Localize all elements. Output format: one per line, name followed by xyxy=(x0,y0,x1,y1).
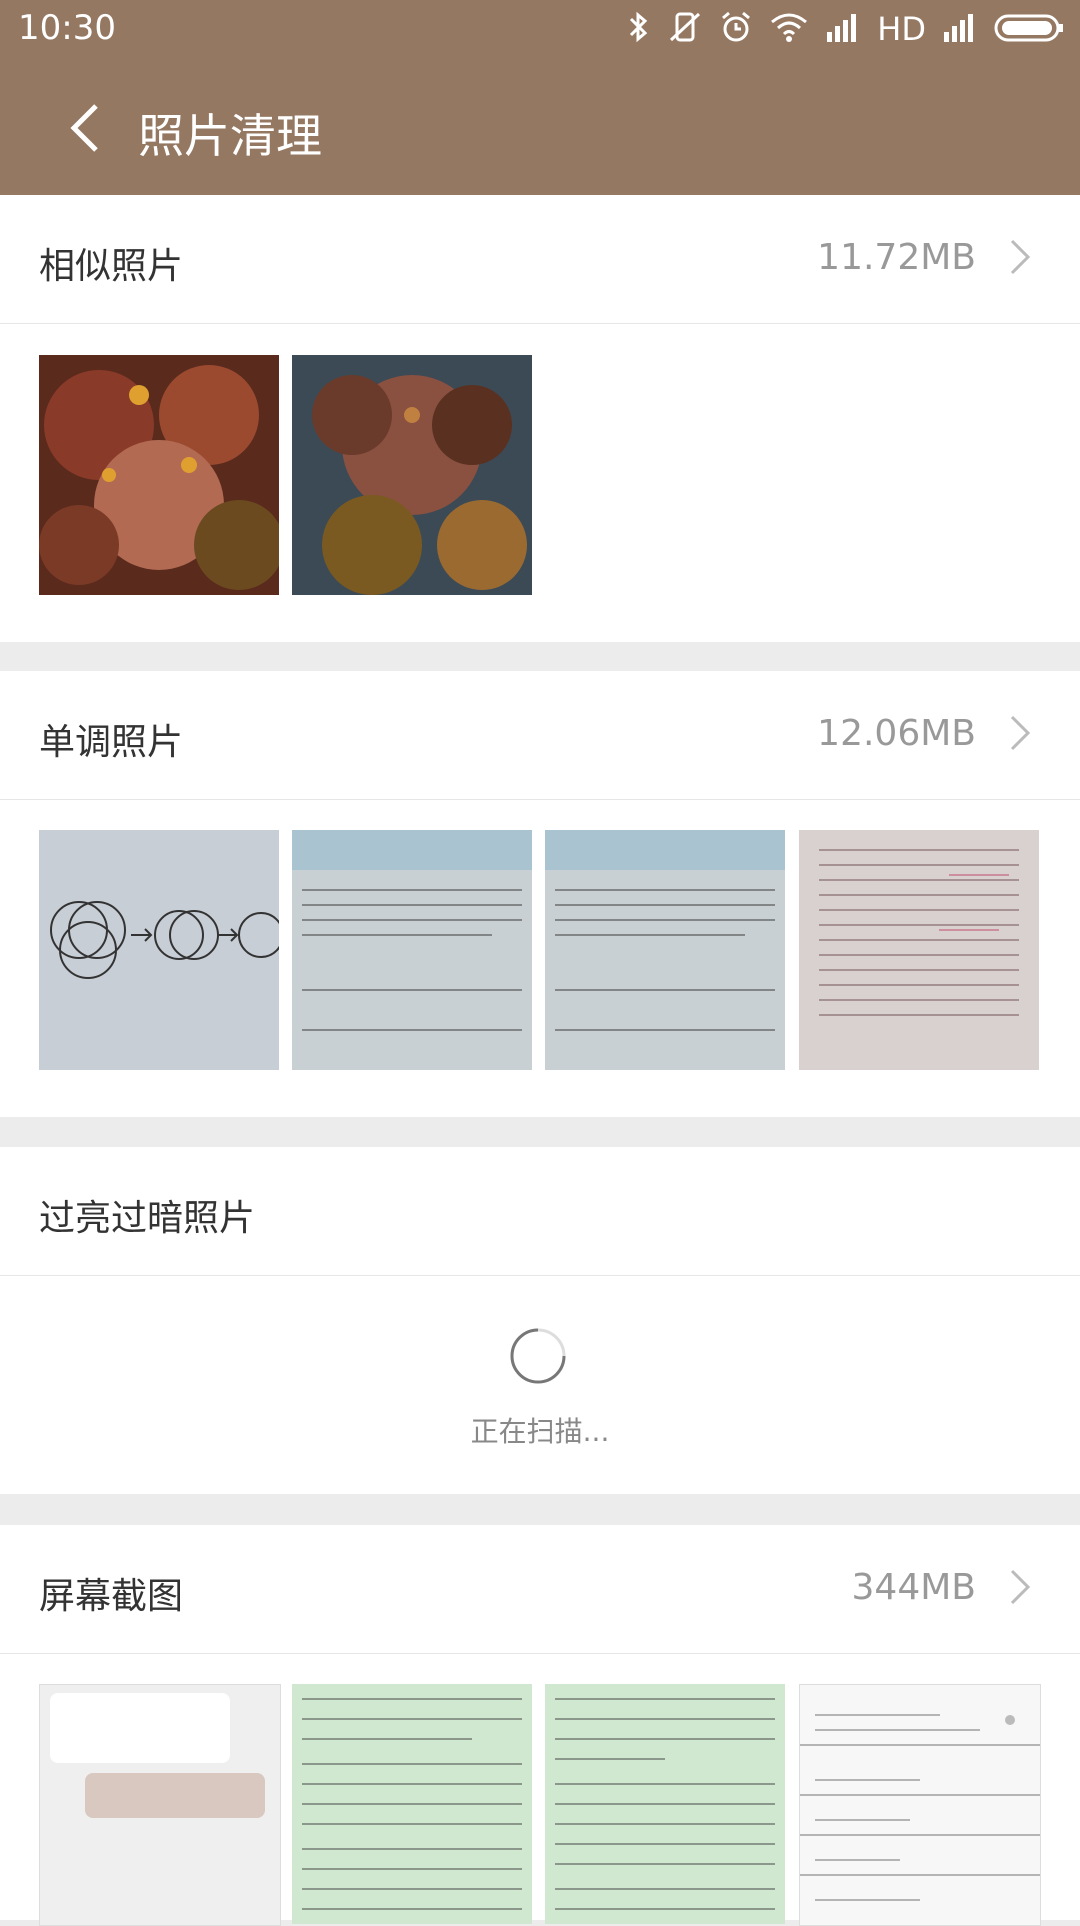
chat-screenshot-image xyxy=(40,1685,280,1925)
section-title: 单调照片 xyxy=(39,722,184,763)
screenshot-thumbnail[interactable] xyxy=(292,1684,532,1924)
photo-thumbnail[interactable] xyxy=(292,830,532,1070)
section-similar-header[interactable]: 相似照片 11.72MB xyxy=(0,195,1080,324)
settings-screenshot-image xyxy=(800,1685,1040,1925)
back-button[interactable] xyxy=(62,98,122,158)
section-exposure-header[interactable]: 过亮过暗照片 xyxy=(0,1147,1080,1276)
chevron-right-icon xyxy=(1010,1569,1031,1605)
alarm-icon xyxy=(719,10,753,48)
section-title: 相似照片 xyxy=(39,246,184,287)
bluetooth-icon xyxy=(625,10,651,48)
photo-thumbnail[interactable] xyxy=(39,830,279,1070)
section-size: 11.72MB xyxy=(817,237,976,278)
loading-spinner-icon xyxy=(510,1328,566,1384)
back-arrow-icon xyxy=(70,104,98,152)
screenshot-thumbnail[interactable] xyxy=(799,1684,1041,1926)
vibrate-off-icon xyxy=(667,10,703,48)
status-time: 10:30 xyxy=(18,8,116,48)
screenshot-thumbnail[interactable] xyxy=(39,1684,281,1926)
section-title: 屏幕截图 xyxy=(39,1576,184,1617)
chevron-right-icon xyxy=(1010,715,1031,751)
section-screenshots: 屏幕截图 344MB xyxy=(0,1525,1080,1926)
section-title: 过亮过暗照片 xyxy=(39,1198,256,1239)
handwritten-notes-photo-image xyxy=(799,830,1039,1070)
battery-icon xyxy=(994,10,1066,48)
section-size: 12.06MB xyxy=(817,713,976,754)
section-monotone-photos: 单调照片 12.06MB xyxy=(0,671,1080,1117)
textbook-page-photo-image xyxy=(292,830,532,1070)
network-type-label: HD xyxy=(877,10,926,48)
textbook-page-photo-image xyxy=(545,830,785,1070)
reading-screenshot-image xyxy=(292,1684,532,1924)
wifi-icon xyxy=(769,10,809,48)
food-photo-image xyxy=(292,355,532,595)
signal-icon-2 xyxy=(942,10,978,48)
status-bar: 10:30 HD xyxy=(0,0,1080,60)
photo-thumbnail[interactable] xyxy=(799,830,1039,1070)
reading-screenshot-image xyxy=(545,1684,785,1924)
venn-diagram-photo-image xyxy=(39,830,279,1070)
food-photo-image xyxy=(39,355,279,595)
section-similar-photos: 相似照片 11.72MB xyxy=(0,195,1080,642)
scanning-status: 正在扫描... xyxy=(470,1415,610,1448)
page-title: 照片清理 xyxy=(138,109,322,163)
section-size: 344MB xyxy=(851,1567,976,1608)
photo-thumbnail[interactable] xyxy=(545,830,785,1070)
status-icons: HD xyxy=(625,10,1066,48)
chevron-right-icon xyxy=(1010,239,1031,275)
section-monotone-header[interactable]: 单调照片 12.06MB xyxy=(0,671,1080,800)
app-bar: 照片清理 xyxy=(0,60,1080,195)
photo-thumbnail[interactable] xyxy=(292,355,532,595)
photo-thumbnail[interactable] xyxy=(39,355,279,595)
section-screenshots-header[interactable]: 屏幕截图 344MB xyxy=(0,1525,1080,1654)
screenshot-thumbnail[interactable] xyxy=(545,1684,785,1924)
signal-icon xyxy=(825,10,861,48)
